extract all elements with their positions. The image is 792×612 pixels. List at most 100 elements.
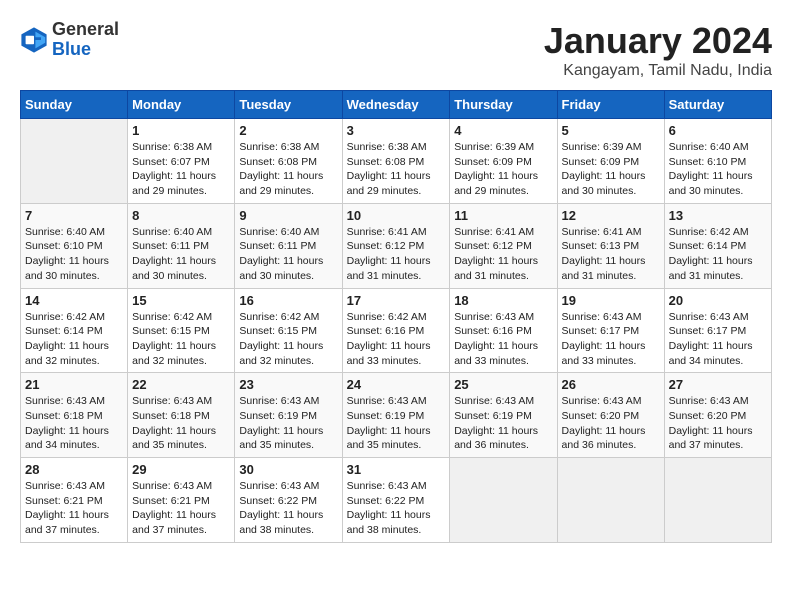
calendar-week-row: 1Sunrise: 6:38 AM Sunset: 6:07 PM Daylig… bbox=[21, 119, 772, 204]
calendar-cell: 31Sunrise: 6:43 AM Sunset: 6:22 PM Dayli… bbox=[342, 458, 450, 543]
calendar-week-row: 7 Sunrise: 6:40 AM Sunset: 6:10 PM Daylig… bbox=[21, 203, 772, 288]
day-number: 28 bbox=[25, 462, 123, 477]
main-title: January 2024 bbox=[544, 20, 772, 62]
calendar-cell: 29 Sunrise: 6:43 AM Sunset: 6:21 PM Dayli… bbox=[128, 458, 235, 543]
header: General Blue January 2024 Kangayam, Tami… bbox=[20, 20, 772, 80]
day-number: 25 bbox=[454, 377, 552, 392]
cell-content: Sunrise: 6:40 AM Sunset: 6:10 PM Dayligh… bbox=[669, 140, 767, 199]
header-day: Wednesday bbox=[342, 91, 450, 119]
cell-content: Sunrise: 6:43 AM Sunset: 6:22 PM Dayligh… bbox=[239, 479, 337, 538]
cell-content: Sunrise: 6:42 AM Sunset: 6:14 PM Dayligh… bbox=[669, 225, 767, 284]
day-number: 10 bbox=[347, 208, 446, 223]
cell-content: Sunrise: 6:38 AM Sunset: 6:08 PM Dayligh… bbox=[347, 140, 446, 199]
calendar-cell: 23 Sunrise: 6:43 AM Sunset: 6:19 PM Dayli… bbox=[235, 373, 342, 458]
logo-line1: General bbox=[52, 19, 119, 39]
day-number: 8 bbox=[132, 208, 230, 223]
day-number: 1 bbox=[132, 123, 230, 138]
day-number: 23 bbox=[239, 377, 337, 392]
calendar-cell: 17 Sunrise: 6:42 AM Sunset: 6:16 PM Dayli… bbox=[342, 288, 450, 373]
cell-content: Sunrise: 6:40 AM Sunset: 6:11 PM Dayligh… bbox=[132, 225, 230, 284]
calendar-cell: 12 Sunrise: 6:41 AM Sunset: 6:13 PM Dayli… bbox=[557, 203, 664, 288]
calendar-cell: 2 Sunrise: 6:38 AM Sunset: 6:08 PM Daylig… bbox=[235, 119, 342, 204]
calendar-cell: 26 Sunrise: 6:43 AM Sunset: 6:20 PM Dayli… bbox=[557, 373, 664, 458]
calendar-cell: 25Sunrise: 6:43 AM Sunset: 6:19 PM Dayli… bbox=[450, 373, 557, 458]
cell-content: Sunrise: 6:43 AM Sunset: 6:17 PM Dayligh… bbox=[669, 310, 767, 369]
calendar-cell: 24 Sunrise: 6:43 AM Sunset: 6:19 PM Dayli… bbox=[342, 373, 450, 458]
cell-content: Sunrise: 6:43 AM Sunset: 6:20 PM Dayligh… bbox=[562, 394, 660, 453]
calendar-cell: 28 Sunrise: 6:43 AM Sunset: 6:21 PM Dayli… bbox=[21, 458, 128, 543]
day-number: 27 bbox=[669, 377, 767, 392]
calendar-cell: 4 Sunrise: 6:39 AM Sunset: 6:09 PM Daylig… bbox=[450, 119, 557, 204]
cell-content: Sunrise: 6:43 AM Sunset: 6:17 PM Dayligh… bbox=[562, 310, 660, 369]
day-number: 30 bbox=[239, 462, 337, 477]
header-day: Friday bbox=[557, 91, 664, 119]
cell-content: Sunrise: 6:43 AM Sunset: 6:16 PM Dayligh… bbox=[454, 310, 552, 369]
day-number: 29 bbox=[132, 462, 230, 477]
day-number: 24 bbox=[347, 377, 446, 392]
calendar-cell: 18Sunrise: 6:43 AM Sunset: 6:16 PM Dayli… bbox=[450, 288, 557, 373]
subtitle: Kangayam, Tamil Nadu, India bbox=[544, 62, 772, 80]
day-number: 7 bbox=[25, 208, 123, 223]
day-number: 12 bbox=[562, 208, 660, 223]
logo-line2: Blue bbox=[52, 39, 91, 59]
calendar-cell bbox=[557, 458, 664, 543]
cell-content: Sunrise: 6:40 AM Sunset: 6:10 PM Dayligh… bbox=[25, 225, 123, 284]
calendar-cell: 9 Sunrise: 6:40 AM Sunset: 6:11 PM Daylig… bbox=[235, 203, 342, 288]
calendar-cell: 7 Sunrise: 6:40 AM Sunset: 6:10 PM Daylig… bbox=[21, 203, 128, 288]
day-number: 17 bbox=[347, 293, 446, 308]
cell-content: Sunrise: 6:40 AM Sunset: 6:11 PM Dayligh… bbox=[239, 225, 337, 284]
day-number: 11 bbox=[454, 208, 552, 223]
day-number: 22 bbox=[132, 377, 230, 392]
day-number: 2 bbox=[239, 123, 337, 138]
logo-text: General Blue bbox=[52, 20, 119, 60]
cell-content: Sunrise: 6:43 AM Sunset: 6:21 PM Dayligh… bbox=[25, 479, 123, 538]
calendar-cell: 6Sunrise: 6:40 AM Sunset: 6:10 PM Daylig… bbox=[664, 119, 771, 204]
day-number: 14 bbox=[25, 293, 123, 308]
calendar-week-row: 21Sunrise: 6:43 AM Sunset: 6:18 PM Dayli… bbox=[21, 373, 772, 458]
calendar-cell: 19 Sunrise: 6:43 AM Sunset: 6:17 PM Dayli… bbox=[557, 288, 664, 373]
calendar-cell: 8 Sunrise: 6:40 AM Sunset: 6:11 PM Daylig… bbox=[128, 203, 235, 288]
cell-content: Sunrise: 6:41 AM Sunset: 6:12 PM Dayligh… bbox=[347, 225, 446, 284]
cell-content: Sunrise: 6:43 AM Sunset: 6:19 PM Dayligh… bbox=[347, 394, 446, 453]
calendar-cell: 22Sunrise: 6:43 AM Sunset: 6:18 PM Dayli… bbox=[128, 373, 235, 458]
calendar-cell: 1Sunrise: 6:38 AM Sunset: 6:07 PM Daylig… bbox=[128, 119, 235, 204]
calendar-cell bbox=[21, 119, 128, 204]
calendar-cell: 20Sunrise: 6:43 AM Sunset: 6:17 PM Dayli… bbox=[664, 288, 771, 373]
day-number: 21 bbox=[25, 377, 123, 392]
cell-content: Sunrise: 6:43 AM Sunset: 6:19 PM Dayligh… bbox=[239, 394, 337, 453]
calendar-cell: 16 Sunrise: 6:42 AM Sunset: 6:15 PM Dayli… bbox=[235, 288, 342, 373]
calendar-cell: 11Sunrise: 6:41 AM Sunset: 6:12 PM Dayli… bbox=[450, 203, 557, 288]
cell-content: Sunrise: 6:42 AM Sunset: 6:16 PM Dayligh… bbox=[347, 310, 446, 369]
cell-content: Sunrise: 6:39 AM Sunset: 6:09 PM Dayligh… bbox=[562, 140, 660, 199]
day-number: 13 bbox=[669, 208, 767, 223]
day-number: 19 bbox=[562, 293, 660, 308]
cell-content: Sunrise: 6:42 AM Sunset: 6:15 PM Dayligh… bbox=[239, 310, 337, 369]
calendar-cell bbox=[664, 458, 771, 543]
cell-content: Sunrise: 6:38 AM Sunset: 6:08 PM Dayligh… bbox=[239, 140, 337, 199]
day-number: 16 bbox=[239, 293, 337, 308]
calendar-cell: 14 Sunrise: 6:42 AM Sunset: 6:14 PM Dayli… bbox=[21, 288, 128, 373]
calendar-cell: 30 Sunrise: 6:43 AM Sunset: 6:22 PM Dayli… bbox=[235, 458, 342, 543]
day-number: 4 bbox=[454, 123, 552, 138]
day-number: 26 bbox=[562, 377, 660, 392]
cell-content: Sunrise: 6:42 AM Sunset: 6:14 PM Dayligh… bbox=[25, 310, 123, 369]
cell-content: Sunrise: 6:43 AM Sunset: 6:22 PM Dayligh… bbox=[347, 479, 446, 538]
cell-content: Sunrise: 6:42 AM Sunset: 6:15 PM Dayligh… bbox=[132, 310, 230, 369]
header-day: Saturday bbox=[664, 91, 771, 119]
day-number: 9 bbox=[239, 208, 337, 223]
header-day: Tuesday bbox=[235, 91, 342, 119]
logo: General Blue bbox=[20, 20, 119, 60]
cell-content: Sunrise: 6:39 AM Sunset: 6:09 PM Dayligh… bbox=[454, 140, 552, 199]
header-day: Sunday bbox=[21, 91, 128, 119]
cell-content: Sunrise: 6:41 AM Sunset: 6:13 PM Dayligh… bbox=[562, 225, 660, 284]
calendar-week-row: 28 Sunrise: 6:43 AM Sunset: 6:21 PM Dayli… bbox=[21, 458, 772, 543]
cell-content: Sunrise: 6:43 AM Sunset: 6:21 PM Dayligh… bbox=[132, 479, 230, 538]
day-number: 5 bbox=[562, 123, 660, 138]
calendar-cell: 3Sunrise: 6:38 AM Sunset: 6:08 PM Daylig… bbox=[342, 119, 450, 204]
general-blue-logo-icon bbox=[20, 26, 48, 54]
calendar-cell bbox=[450, 458, 557, 543]
days-header-row: SundayMondayTuesdayWednesdayThursdayFrid… bbox=[21, 91, 772, 119]
title-section: January 2024 Kangayam, Tamil Nadu, India bbox=[544, 20, 772, 80]
calendar-table: SundayMondayTuesdayWednesdayThursdayFrid… bbox=[20, 90, 772, 543]
calendar-cell: 21Sunrise: 6:43 AM Sunset: 6:18 PM Dayli… bbox=[21, 373, 128, 458]
